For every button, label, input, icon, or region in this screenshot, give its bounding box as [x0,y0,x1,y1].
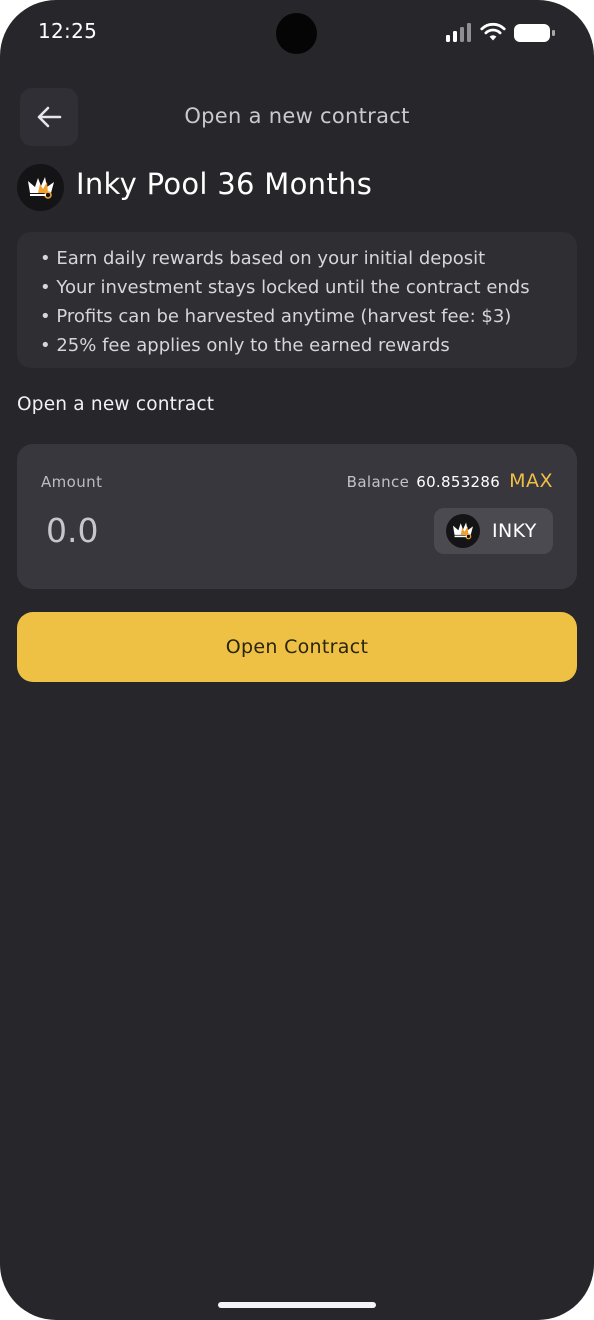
page-title: Open a new contract [184,104,410,128]
token-selector[interactable]: INKY [434,508,553,554]
pool-logo [17,164,64,211]
crown-icon [27,176,54,199]
amount-label: Amount [41,473,103,491]
signal-icon [446,23,471,42]
phone-screen: 12:25 Open a new contract Inky Pool 36 M… [0,0,594,1320]
crown-icon [453,522,473,540]
info-box: • Earn daily rewards based on your initi… [17,232,577,368]
amount-card: Amount Balance 60.853286 MAX INKY [17,444,577,589]
token-label: INKY [492,520,537,542]
open-contract-button[interactable]: Open Contract [17,612,577,682]
token-logo [446,514,480,548]
balance-value: 60.853286 [416,473,501,491]
pool-title: Inky Pool 36 Months [76,167,373,201]
amount-input[interactable] [41,506,376,554]
home-indicator [218,1302,376,1308]
section-label: Open a new contract [17,394,215,415]
battery-icon [514,24,555,42]
status-icons [446,22,556,44]
info-line: • Earn daily rewards based on your initi… [40,248,486,269]
status-time: 12:25 [38,19,98,43]
max-button[interactable]: MAX [509,470,553,492]
info-line: • 25% fee applies only to the earned rew… [40,335,450,356]
camera-cutout [276,13,317,54]
balance-row: Balance 60.853286 MAX [347,470,553,492]
balance-label: Balance [346,473,410,491]
wifi-icon [480,22,506,41]
info-line: • Profits can be harvested anytime (harv… [40,306,512,327]
info-line: • Your investment stays locked until the… [40,277,530,298]
